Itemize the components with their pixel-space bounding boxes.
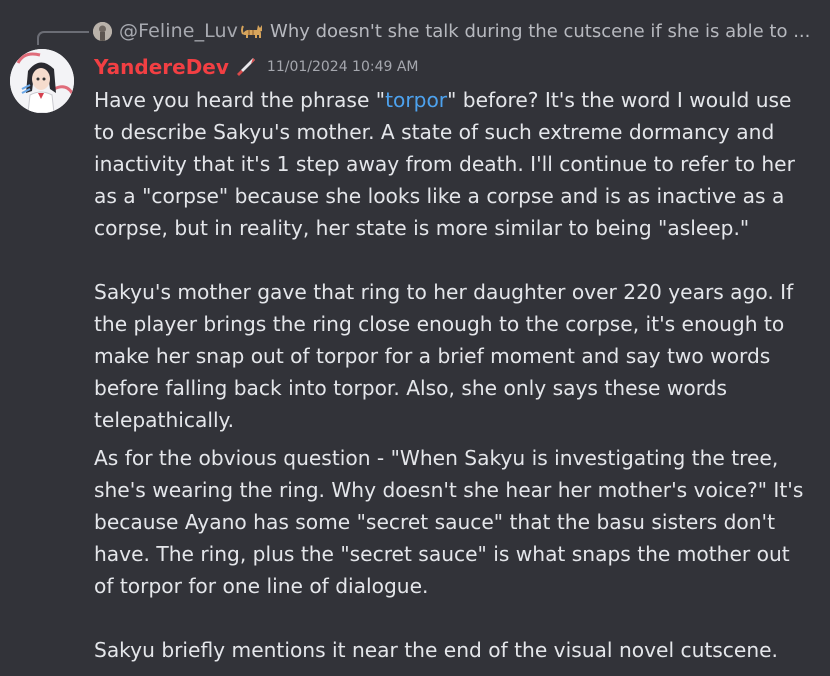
reply-preview[interactable]: @Feline_Luv Why doesn't she talk during …: [93, 18, 813, 44]
paragraph-3: As for the obvious question - "When Saky…: [94, 446, 804, 598]
knife-icon[interactable]: [234, 55, 258, 79]
paragraph-1: Have you heard the phrase "torpor" befor…: [94, 84, 814, 244]
author-name[interactable]: YandereDev: [94, 55, 229, 79]
paragraph-1-text-a: Have you heard the phrase ": [94, 88, 386, 112]
cat-emoji-icon: [240, 20, 264, 42]
reply-author[interactable]: @Feline_Luv: [119, 20, 238, 42]
reply-avatar[interactable]: [93, 21, 112, 41]
avatar[interactable]: [10, 49, 74, 113]
message-content: Have you heard the phrase "torpor" befor…: [94, 84, 814, 666]
chat-message: @Feline_Luv Why doesn't she talk during …: [0, 0, 830, 676]
reply-connector: [37, 31, 89, 45]
reply-text[interactable]: Why doesn't she talk during the cutscene…: [270, 21, 810, 42]
paragraph-4: Sakyu briefly mentions it near the end o…: [94, 638, 778, 662]
timestamp[interactable]: 11/01/2024 10:49 AM: [267, 59, 419, 75]
torpor-link[interactable]: torpor: [385, 88, 447, 112]
message-header: YandereDev 11/01/2024 10:49 AM: [94, 52, 419, 82]
paragraph-2: Sakyu's mother gave that ring to her dau…: [94, 280, 794, 432]
